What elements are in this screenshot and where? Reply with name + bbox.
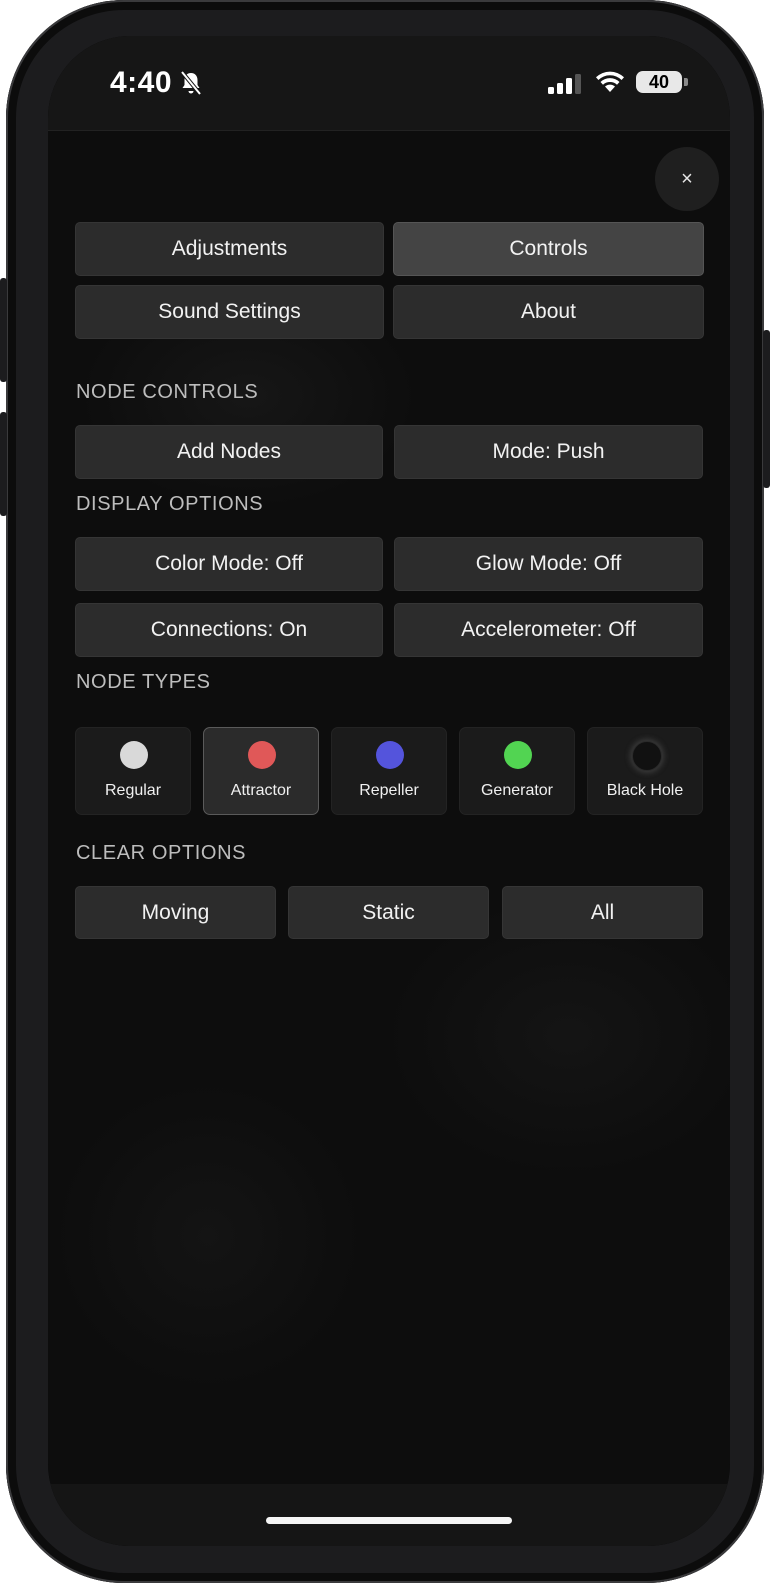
attractor-node-dot-icon — [248, 741, 276, 769]
status-bar: 4:40 40 — [48, 36, 730, 131]
wifi-icon — [596, 71, 624, 92]
status-time: 4:40 — [110, 66, 173, 99]
repeller-node-dot-icon — [376, 741, 404, 769]
close-button[interactable]: × — [655, 147, 719, 211]
power-side-button — [763, 330, 770, 488]
tab-controls[interactable]: Controls — [393, 222, 704, 276]
phone-frame: 4:40 40 × Adjustments Controls Sound Set… — [6, 0, 764, 1583]
black-hole-node-dot-icon — [632, 741, 662, 771]
node-type-generator[interactable]: Generator — [459, 727, 575, 815]
section-heading-node-types: NODE TYPES — [76, 671, 211, 693]
home-indicator[interactable] — [266, 1517, 512, 1524]
add-nodes-button[interactable]: Add Nodes — [75, 425, 383, 479]
node-type-repeller[interactable]: Repeller — [331, 727, 447, 815]
clear-static-button[interactable]: Static — [288, 886, 489, 939]
node-type-attractor[interactable]: Attractor — [203, 727, 319, 815]
connections-toggle[interactable]: Connections: On — [75, 603, 383, 657]
tab-adjustments[interactable]: Adjustments — [75, 222, 384, 276]
regular-node-dot-icon — [120, 741, 148, 769]
tab-about[interactable]: About — [393, 285, 704, 339]
section-heading-display-options: DISPLAY OPTIONS — [76, 493, 264, 515]
color-mode-toggle[interactable]: Color Mode: Off — [75, 537, 383, 591]
section-heading-clear-options: CLEAR OPTIONS — [76, 842, 247, 864]
node-type-label: Black Hole — [606, 782, 684, 799]
node-type-label: Attractor — [230, 782, 292, 799]
screen: 4:40 40 × Adjustments Controls Sound Set… — [48, 36, 730, 1546]
cellular-signal-icon — [548, 74, 581, 94]
node-type-label: Repeller — [359, 782, 419, 799]
clear-moving-button[interactable]: Moving — [75, 886, 276, 939]
tab-sound-settings[interactable]: Sound Settings — [75, 285, 384, 339]
clear-all-button[interactable]: All — [502, 886, 703, 939]
node-type-regular[interactable]: Regular — [75, 727, 191, 815]
volume-down-side-button — [0, 412, 7, 516]
battery-icon: 40 — [636, 71, 682, 93]
bell-slash-icon — [180, 70, 202, 96]
section-heading-node-controls: NODE CONTROLS — [76, 381, 259, 403]
generator-node-dot-icon — [504, 741, 532, 769]
glow-mode-toggle[interactable]: Glow Mode: Off — [394, 537, 703, 591]
bottom-strip — [48, 1484, 730, 1546]
volume-up-side-button — [0, 278, 7, 382]
mode-toggle-button[interactable]: Mode: Push — [394, 425, 703, 479]
node-type-label: Regular — [104, 782, 162, 799]
accelerometer-toggle[interactable]: Accelerometer: Off — [394, 603, 703, 657]
node-type-label: Generator — [480, 782, 554, 799]
battery-tip — [684, 78, 688, 86]
node-type-black-hole[interactable]: Black Hole — [587, 727, 703, 815]
